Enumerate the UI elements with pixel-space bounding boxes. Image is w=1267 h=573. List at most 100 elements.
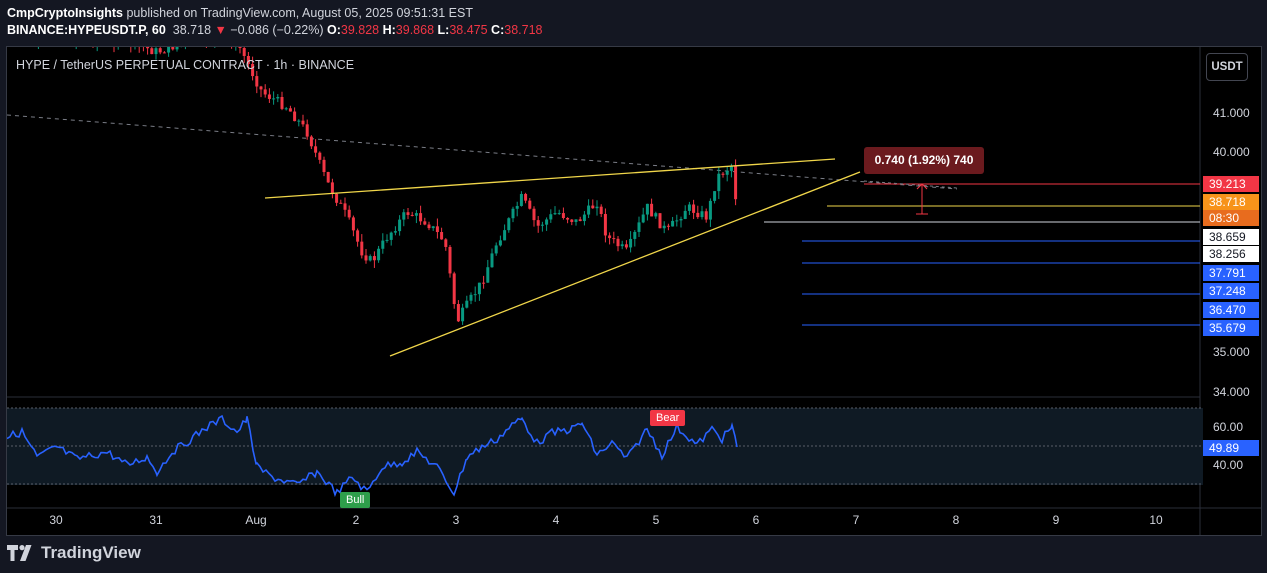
candlestick-series — [37, 47, 738, 325]
footer-brand[interactable]: TradingView — [7, 543, 141, 563]
candle-body — [343, 203, 347, 210]
footer-brand-text: TradingView — [41, 543, 141, 562]
close-value: 38.718 — [504, 23, 543, 37]
candle-body — [167, 47, 171, 53]
candle-body — [150, 48, 154, 55]
candle-body — [154, 48, 158, 55]
candle-body — [490, 253, 494, 268]
open-label: O: — [326, 23, 341, 37]
price-tag-38659[interactable]: 38.659 — [1203, 229, 1259, 245]
candle-body — [553, 213, 557, 215]
price-change: −0.086 (−0.22%) — [230, 23, 324, 37]
wedge-lower-line[interactable] — [389, 171, 861, 357]
author-name[interactable]: CmpCryptoInsights — [7, 6, 123, 20]
candle-body — [704, 211, 708, 220]
chart-header: CmpCryptoInsights published on TradingVi… — [7, 5, 542, 39]
candle-body — [448, 246, 452, 274]
candle-body — [515, 205, 519, 209]
candle-body — [679, 218, 683, 221]
candle-body — [595, 206, 599, 209]
x-tick-4: 4 — [552, 513, 560, 527]
candle-body — [683, 210, 687, 219]
candle-body — [410, 214, 414, 216]
y-tick-40000: 40.000 — [1213, 145, 1250, 159]
candle-body — [662, 225, 666, 229]
candle-body — [587, 205, 591, 215]
header-line-1: CmpCryptoInsights published on TradingVi… — [7, 5, 542, 22]
price-tag-38256[interactable]: 38.256 — [1203, 246, 1259, 262]
candle-body — [574, 219, 578, 222]
x-tick-3: 3 — [452, 513, 460, 527]
candle-body — [721, 173, 725, 175]
candle-body — [284, 108, 288, 110]
candle-body — [368, 256, 372, 261]
candle-body — [255, 76, 259, 87]
candle-body — [360, 241, 364, 256]
candle-body — [427, 224, 431, 229]
open-value: 39.828 — [340, 23, 380, 37]
price-tag-37791[interactable]: 37.791 — [1203, 265, 1259, 281]
candle-body — [276, 96, 280, 99]
candle-body — [612, 238, 616, 240]
bear-signal-label: Bear — [650, 410, 686, 426]
candle-body — [452, 273, 456, 305]
candle-body — [692, 204, 696, 213]
candle-body — [297, 120, 301, 122]
candle-body — [582, 214, 586, 222]
candle-body — [624, 244, 628, 248]
candle-body — [666, 225, 670, 227]
candle-body — [314, 146, 318, 153]
tradingview-logo-icon — [7, 545, 32, 561]
candle-body — [171, 47, 175, 50]
candle-body — [700, 211, 704, 218]
measure-label[interactable]: 0.740 (1.92%) 740 — [864, 147, 984, 174]
candle-body — [335, 193, 339, 203]
candle-body — [503, 230, 507, 241]
candle-body — [444, 239, 448, 247]
chart-pane[interactable]: HYPE / TetherUS PERPETUAL CONTRACT · 1h … — [6, 46, 1262, 536]
candle-body — [158, 48, 162, 53]
wedge-upper-line[interactable] — [264, 158, 836, 199]
symbol-label: BINANCE:HYPEUSDT.P, 60 — [7, 23, 166, 37]
dashed-trendline[interactable] — [7, 114, 958, 190]
candle-body — [687, 204, 691, 211]
y-tick-35000: 35.000 — [1213, 345, 1250, 359]
high-label: H: — [382, 23, 396, 37]
candle-body — [381, 240, 385, 249]
x-tick-31: 31 — [149, 513, 163, 527]
x-tick-6: 6 — [752, 513, 760, 527]
price-tag-last[interactable]: 38.718 — [1203, 194, 1259, 210]
candle-body — [570, 219, 574, 222]
candle-body — [557, 213, 561, 215]
candle-body — [431, 226, 435, 229]
price-tag-37248[interactable]: 37.248 — [1203, 283, 1259, 299]
candle-body — [545, 219, 549, 225]
price-tag-39213[interactable]: 39.213 — [1203, 176, 1259, 192]
candle-body — [364, 255, 368, 261]
candle-body — [620, 244, 624, 247]
candle-body — [263, 89, 267, 95]
price-tag-36470[interactable]: 36.470 — [1203, 302, 1259, 318]
price-tag-35679[interactable]: 35.679 — [1203, 320, 1259, 336]
candle-body — [414, 213, 418, 216]
currency-unit-button[interactable]: USDT — [1206, 53, 1248, 81]
candle-body — [326, 172, 330, 183]
bull-signal-label: Bull — [340, 492, 371, 508]
price-chart-canvas[interactable] — [7, 47, 1261, 535]
candle-body — [347, 209, 351, 218]
candle-body — [561, 213, 565, 219]
candle-body — [734, 166, 738, 200]
candle-body — [461, 307, 465, 322]
candle-body — [389, 232, 393, 240]
candle-body — [675, 220, 679, 222]
candle-body — [549, 214, 553, 220]
candle-body — [713, 191, 717, 201]
candle-body — [288, 108, 292, 112]
candle-body — [318, 152, 322, 160]
x-tick-8: 8 — [952, 513, 960, 527]
candle-body — [725, 170, 729, 175]
candle-body — [578, 219, 582, 222]
candle-body — [385, 239, 389, 241]
symbol-title: HYPE / TetherUS PERPETUAL CONTRACT · 1h … — [16, 58, 355, 72]
candle-body — [356, 230, 360, 242]
